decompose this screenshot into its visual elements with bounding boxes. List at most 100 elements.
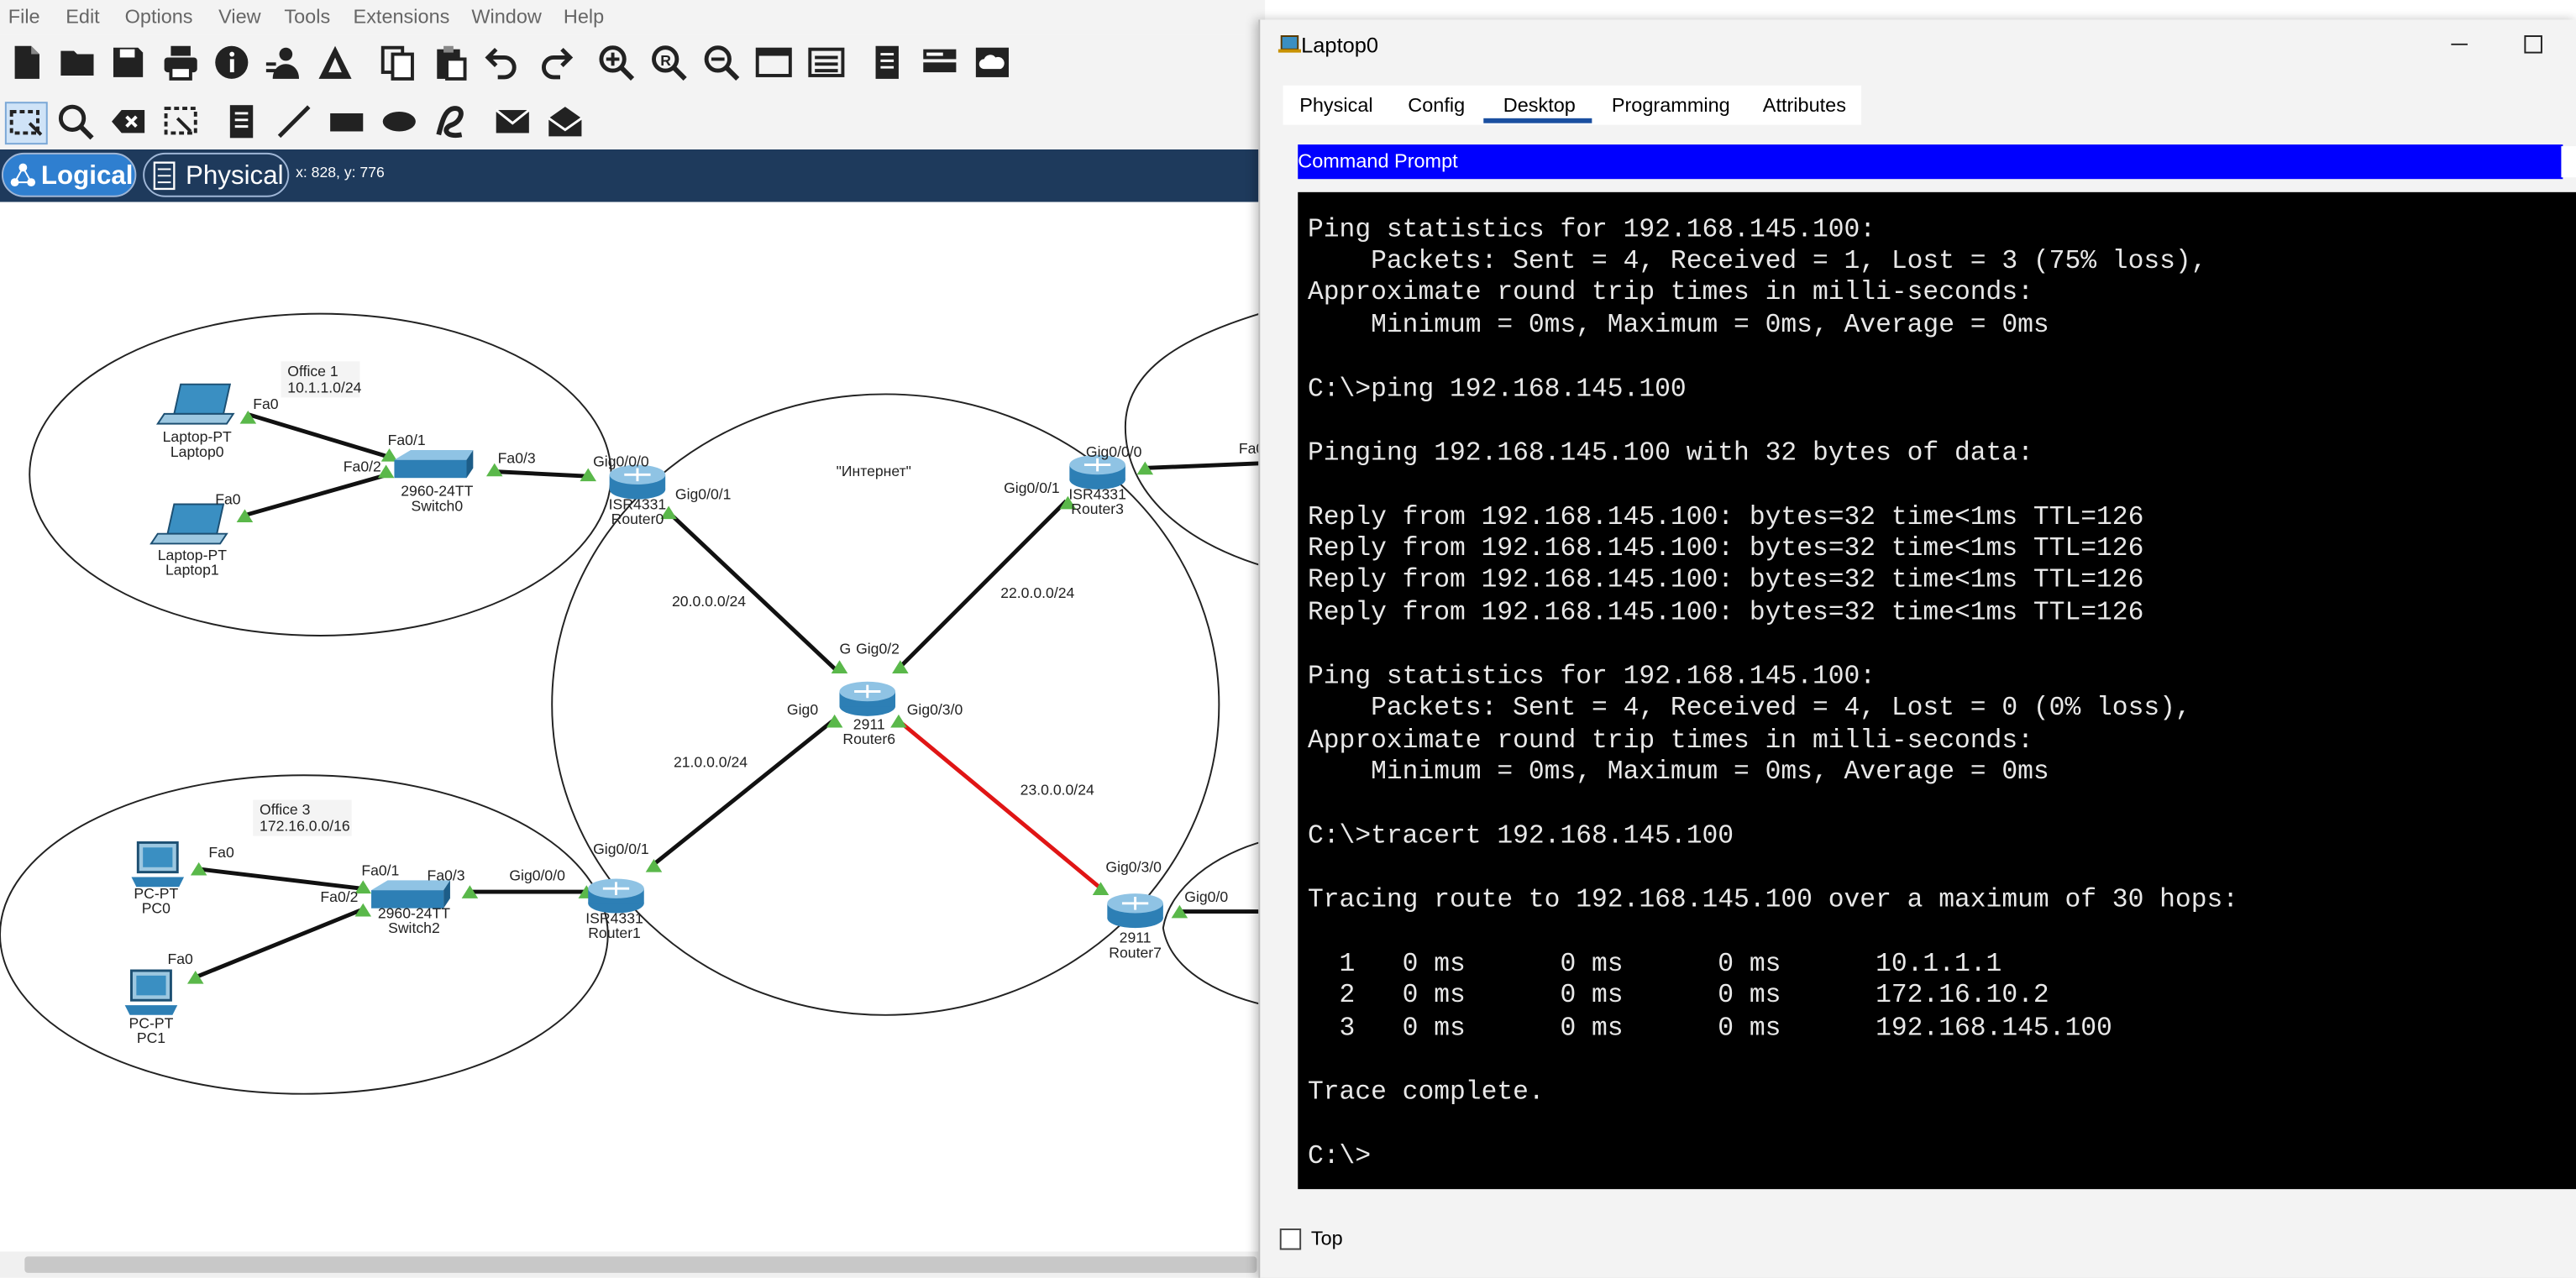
terminal-line: 3 0 ms 0 ms 0 ms 192.168.145.100 [1307, 1013, 2112, 1043]
terminal-line: Pinging 192.168.145.100 with 32 bytes of… [1307, 437, 2033, 468]
terminal-line: C:\>ping 192.168.145.100 [1307, 374, 1687, 404]
zoom-out-icon[interactable] [701, 43, 741, 82]
minimize-icon[interactable] [2449, 33, 2468, 55]
laptop1-icon[interactable] [150, 503, 228, 545]
place-note-icon[interactable] [222, 102, 261, 141]
switch2-name: Switch2 [388, 919, 440, 936]
port-label: Fa0/3 [497, 449, 536, 467]
freeform-icon[interactable] [432, 102, 471, 141]
save-icon[interactable] [108, 43, 148, 82]
port-label: Gig0/0/0 [593, 453, 649, 470]
menu-view[interactable]: View [218, 5, 260, 28]
menu-tools[interactable]: Tools [284, 5, 330, 28]
zoom-in-icon[interactable] [596, 43, 636, 82]
port-label: Gig0/3/0 [1105, 858, 1162, 876]
command-prompt-terminal[interactable]: Ping statistics for 192.168.145.100: Pac… [1298, 191, 2576, 1190]
draw-ellipse-icon[interactable] [380, 102, 419, 141]
redo-icon[interactable] [536, 43, 575, 82]
menu-window[interactable]: Window [471, 5, 541, 28]
terminal-line: Packets: Sent = 4, Received = 4, Lost = … [1307, 693, 2191, 724]
terminal-line: C:\>tracert 192.168.145.100 [1307, 821, 1734, 851]
copy-icon[interactable] [378, 43, 417, 82]
pc0-icon[interactable] [131, 841, 185, 888]
link-switch0-router0[interactable] [491, 469, 589, 479]
tab-programming[interactable]: Programming [1612, 87, 1730, 123]
router0-icon[interactable] [609, 464, 666, 500]
add-complex-pdu-icon[interactable] [545, 102, 585, 141]
menu-extensions[interactable]: Extensions [354, 5, 450, 28]
link-router3-office2[interactable] [1143, 461, 1266, 470]
window-icon[interactable] [754, 43, 794, 82]
port-label: Fa0/2 [320, 888, 359, 905]
topology-drawing [0, 311, 1266, 1095]
inspect-icon[interactable] [56, 102, 96, 141]
terminal-line: Reply from 192.168.145.100: bytes=32 tim… [1307, 533, 2144, 563]
command-prompt-close-button[interactable] [2561, 146, 2576, 178]
terminal-line: Minimum = 0ms, Maximum = 0ms, Average = … [1307, 310, 2049, 340]
terminal-line: Packets: Sent = 4, Received = 1, Lost = … [1307, 246, 2207, 276]
new-file-icon[interactable] [7, 43, 46, 82]
device-list-icon[interactable] [920, 43, 959, 82]
laptop0-icon[interactable] [155, 383, 235, 425]
switch0-icon[interactable] [394, 449, 474, 479]
topology-workspace[interactable]: Office 1 10.1.1.0/24 Office 3 172.16.0.0… [0, 202, 1266, 1254]
select-icon[interactable] [4, 102, 48, 145]
open-folder-icon[interactable] [57, 43, 97, 82]
internet-label: "Интернет" [836, 463, 911, 480]
tab-physical[interactable]: Physical [1299, 87, 1372, 123]
tab-attributes[interactable]: Attributes [1763, 87, 1846, 123]
office1-title: Office 1 [287, 363, 338, 380]
resize-shape-icon[interactable] [161, 102, 201, 141]
router7-name: Router7 [1109, 944, 1162, 961]
menu-edit[interactable]: Edit [66, 5, 99, 28]
cloud-image-icon[interactable] [973, 43, 1012, 82]
link-laptop0-switch0[interactable] [245, 411, 389, 459]
scrollbar-thumb[interactable] [24, 1256, 1257, 1273]
add-simple-pdu-icon[interactable] [493, 102, 533, 141]
draw-line-icon[interactable] [275, 102, 314, 141]
notes-icon[interactable] [868, 43, 907, 82]
tab-config[interactable]: Config [1408, 87, 1465, 123]
pc1-icon[interactable] [124, 969, 178, 1015]
activity-wizard-icon[interactable] [316, 43, 355, 82]
menu-file[interactable]: File [8, 5, 40, 28]
physical-mode-button[interactable]: Physical [143, 152, 290, 197]
drawing-toolbar [0, 92, 1266, 151]
link-pc1-switch2[interactable] [194, 908, 363, 980]
zoom-reset-icon[interactable]: R [649, 43, 689, 82]
terminal-line: 2 0 ms 0 ms 0 ms 172.16.10.2 [1307, 981, 2049, 1011]
port-label: Gig0/3/0 [906, 701, 963, 718]
print-icon[interactable] [161, 43, 201, 82]
router1-icon[interactable] [588, 878, 644, 914]
link-router0-router6[interactable] [665, 509, 838, 672]
port-label: G [839, 640, 852, 657]
menu-options[interactable]: Options [125, 5, 193, 28]
undo-icon[interactable] [483, 43, 522, 82]
draw-rectangle-icon[interactable] [327, 102, 366, 141]
user-profile-icon[interactable] [263, 43, 302, 82]
paste-icon[interactable] [430, 43, 470, 82]
maximize-icon[interactable] [2523, 33, 2542, 55]
link-router1-router6[interactable] [651, 717, 837, 867]
top-checkbox[interactable] [1279, 1228, 1302, 1250]
logical-mode-button[interactable]: Logical [1, 152, 137, 197]
router6-icon[interactable] [839, 681, 896, 716]
logical-mode-label: Logical [40, 162, 134, 191]
network-22-label: 22.0.0.0/24 [1000, 584, 1075, 601]
laptop1-name: Laptop1 [165, 561, 219, 579]
info-icon[interactable] [212, 43, 251, 82]
switch2-icon[interactable] [371, 880, 450, 909]
link-pc0-switch2[interactable] [197, 867, 362, 891]
router7-icon[interactable] [1107, 893, 1163, 929]
network-20-label: 20.0.0.0/24 [672, 593, 747, 610]
router3-icon[interactable] [1069, 454, 1125, 490]
canvas-horizontal-scrollbar[interactable] [0, 1251, 1266, 1278]
delete-icon[interactable] [108, 102, 148, 141]
terminal-line: Ping statistics for 192.168.145.100: [1307, 214, 1876, 244]
terminal-line: Minimum = 0ms, Maximum = 0ms, Average = … [1307, 757, 2049, 788]
link-laptop1-switch0[interactable] [242, 472, 389, 518]
list-panel-icon[interactable] [806, 43, 846, 82]
link-router6-router7[interactable] [895, 717, 1101, 889]
port-label: Fa0/2 [343, 458, 381, 475]
menu-help[interactable]: Help [564, 5, 604, 28]
